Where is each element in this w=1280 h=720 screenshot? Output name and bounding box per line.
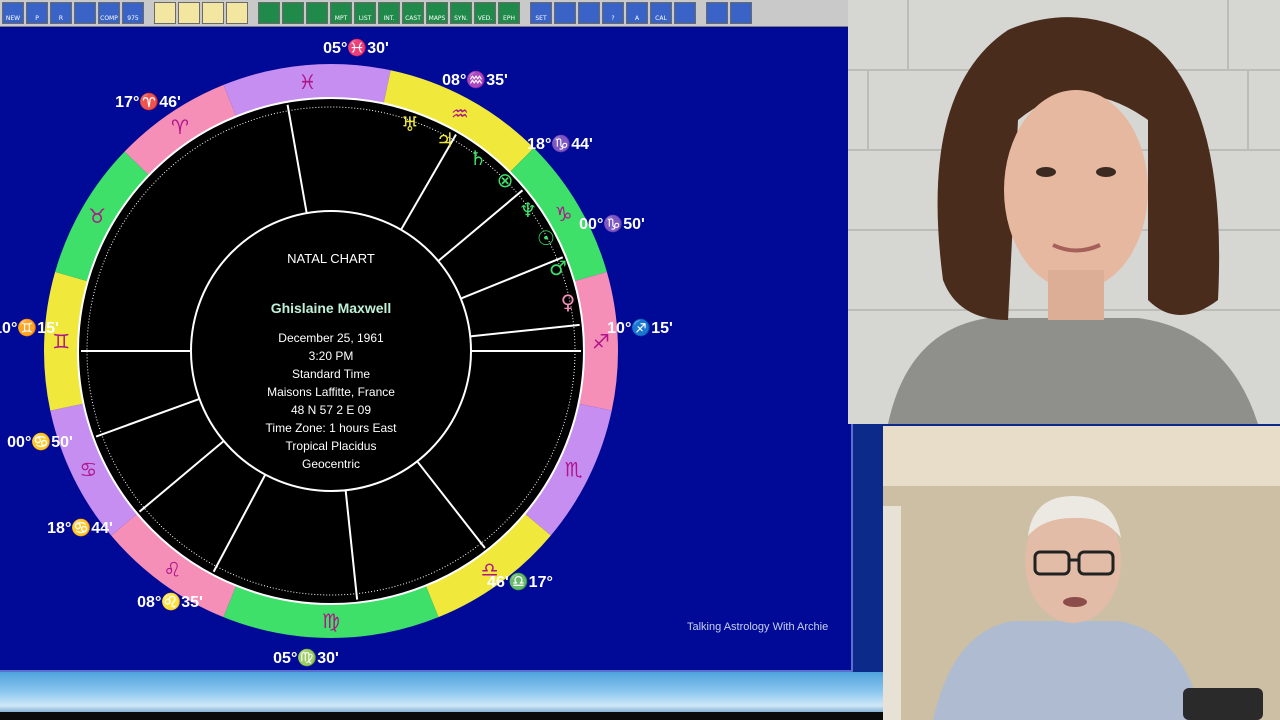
planet-glyph: ♅ [401, 112, 419, 136]
sign-glyph: ♍ [322, 609, 340, 633]
person-name: Ghislaine Maxwell [271, 300, 392, 316]
sign-glyph: ♒ [451, 102, 469, 126]
open-chart-icon[interactable]: P [26, 2, 48, 24]
list-icon[interactable]: LIST [354, 2, 376, 24]
sign-glyph: ♈ [171, 115, 189, 139]
house-cusp-label: 10°♊15' [0, 318, 59, 337]
house-cusp-label: 17°♈46' [115, 92, 181, 111]
mail-icon[interactable] [226, 2, 248, 24]
syn-icon[interactable]: SYN. [450, 2, 472, 24]
sign-glyph: ♋ [79, 457, 97, 481]
clock-icon[interactable] [554, 2, 576, 24]
set-icon[interactable]: SET [530, 2, 552, 24]
planet-glyph: ♆ [519, 198, 537, 222]
sign-glyph: ♉ [88, 204, 106, 228]
coordinates: 48 N 57 2 E 09 [291, 403, 371, 417]
globe-icon[interactable] [578, 2, 600, 24]
video-feed-host [883, 426, 1280, 720]
wheel-icon[interactable] [258, 2, 280, 24]
grid-icon[interactable] [306, 2, 328, 24]
sign-glyph: ♏ [565, 457, 583, 481]
planet-glyph: ♂ [549, 256, 567, 280]
house-cusp-label: 18°♑44' [527, 134, 593, 153]
birth-place: Maisons Laffitte, France [267, 385, 395, 399]
planet-glyph: ♄ [469, 146, 487, 170]
return-icon[interactable]: R [50, 2, 72, 24]
help-icon[interactable]: ? [602, 2, 624, 24]
comp-icon[interactable]: COMP [98, 2, 120, 24]
birth-time: 3:20 PM [309, 349, 354, 363]
save-icon[interactable] [178, 2, 200, 24]
house-cusp-label: 05°♓30' [323, 38, 389, 57]
planet-glyph: ☉ [537, 226, 555, 250]
time-zone: Time Zone: 1 hours East [266, 421, 398, 435]
birth-date: December 25, 1961 [278, 331, 384, 345]
chart-window: ♓ ♒ ♑ ♐ ♏ ♎ ♍ ♌ ♋ ♊ ♉ ♈ NATAL CHART Ghislaine Maxwe… [0, 27, 853, 672]
cast-icon[interactable]: CAST [402, 2, 424, 24]
ved-icon[interactable]: VED. [474, 2, 496, 24]
house-cusp-label: 05°♍30' [273, 648, 339, 667]
sign-glyph: ♌ [163, 557, 181, 581]
house-system: Tropical Placidus [286, 439, 377, 453]
toolbar: NEW P R COMP 975 MPT LIST INT. CAST MAPS SYN. VED. E… [0, 0, 848, 27]
zoom-out-icon[interactable] [730, 2, 752, 24]
video-feed-guest [848, 0, 1280, 424]
print-icon[interactable] [202, 2, 224, 24]
chart-mode: Geocentric [302, 457, 360, 471]
numbers-icon[interactable]: 975 [122, 2, 144, 24]
eph-icon[interactable]: EPH [498, 2, 520, 24]
house-cusp-label: 00°♑50' [579, 214, 645, 233]
mpt-icon[interactable]: MPT [330, 2, 352, 24]
house-cusp-label: 10°♐15' [607, 318, 673, 337]
planet-glyph: ♀ [561, 290, 576, 314]
house-cusp-label: 46'♎17° [487, 572, 553, 591]
sign-glyph: ♑ [555, 202, 573, 226]
planet-glyph: ⊗ [497, 168, 514, 192]
int-icon[interactable]: INT. [378, 2, 400, 24]
credit-text: Talking Astrology With Archie [687, 621, 829, 633]
zoom-in-icon[interactable] [706, 2, 728, 24]
maps-icon[interactable]: MAPS [426, 2, 448, 24]
house-cusp-label: 00°♋50' [7, 432, 73, 451]
planet-glyph: ♃ [436, 128, 454, 152]
sign-glyph: ♓ [298, 70, 316, 94]
house-cusp-label: 08°♒35' [442, 70, 508, 89]
house-cusp-label: 08°♌35' [137, 592, 203, 611]
chart-title: NATAL CHART [287, 251, 375, 266]
transits-icon[interactable] [74, 2, 96, 24]
font-icon[interactable]: A [626, 2, 648, 24]
page-icon[interactable] [154, 2, 176, 24]
time-type: Standard Time [292, 367, 370, 381]
biwheel-icon[interactable] [282, 2, 304, 24]
natal-chart-wheel: ♓♒♑♐♏♎♍♌♋♊♉♈ NATAL CHART Ghislaine Maxwe… [0, 38, 673, 667]
hand-icon[interactable] [674, 2, 696, 24]
new-icon[interactable]: NEW [2, 2, 24, 24]
house-cusp-label: 18°♋44' [47, 518, 113, 537]
cal-icon[interactable]: CAL [650, 2, 672, 24]
